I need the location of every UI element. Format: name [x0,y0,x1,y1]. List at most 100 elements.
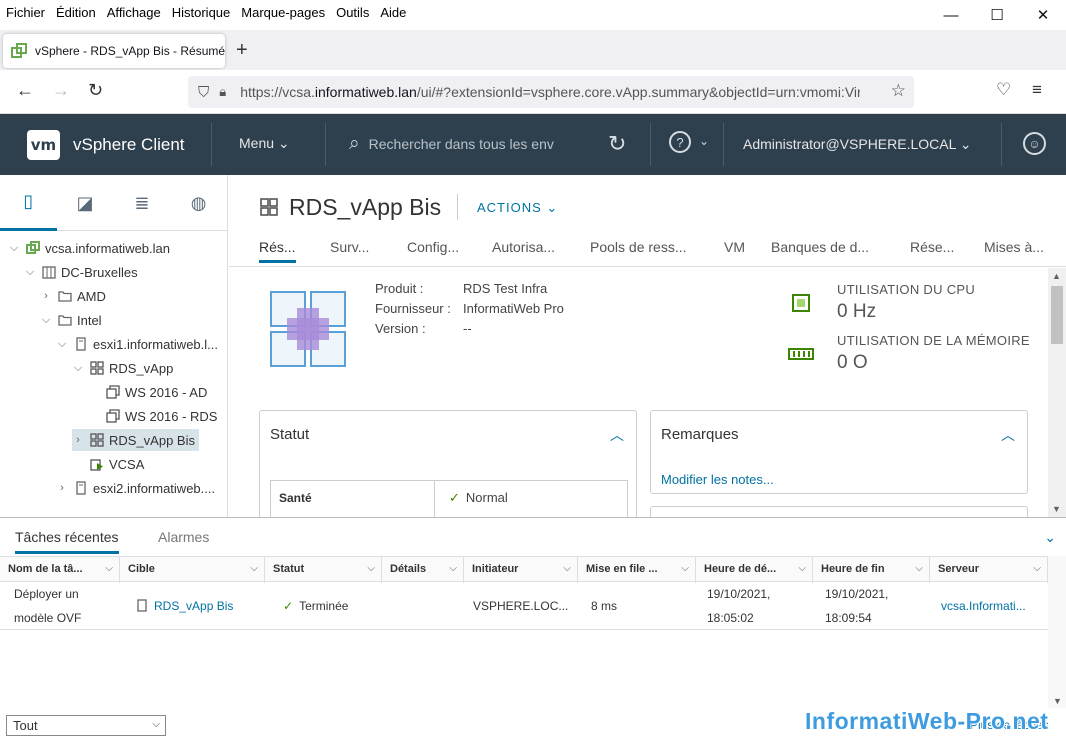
maximize-icon[interactable]: ☐ [974,0,1020,30]
chevron-down-icon[interactable]: ⌵ [56,338,68,351]
global-search[interactable]: ⌕ Rechercher dans tous les env [349,133,554,155]
filter-chevron-icon[interactable]: ⌵ [1033,563,1041,574]
tab-resource-pools[interactable]: Pools de ress... [590,239,687,255]
tab-configure[interactable]: Config... [407,239,459,255]
tab-permissions[interactable]: Autorisa... [492,239,555,255]
user-menu[interactable]: Administrator@VSPHERE.LOCAL ⌄ [743,136,972,153]
tree-node-host-esxi1[interactable]: ⌵ esxi1.informatiweb.l... [56,333,218,355]
chevron-up-icon[interactable]: ︿ [610,425,624,445]
menu-aide[interactable]: Aide [380,5,406,20]
chevron-down-icon[interactable]: ⌵ [40,314,52,327]
forward-icon[interactable]: → [52,80,70,101]
header-divider [723,123,724,166]
chevron-down-icon[interactable]: ⌄ [699,134,709,148]
menu-affichage[interactable]: Affichage [107,5,161,20]
collapse-panel-icon[interactable]: ⌄ [1044,529,1056,546]
menu-historique[interactable]: Historique [172,5,231,20]
vms-templates-view-icon[interactable]: ◪ [57,175,114,231]
bookmark-star-icon[interactable]: ☆ [890,81,906,101]
chevron-right-icon[interactable]: › [40,290,52,302]
col-status[interactable]: Statut ⌵ [265,557,382,583]
memory-icon [788,348,814,360]
tab-alarms[interactable]: Alarmes [158,529,209,545]
table-row[interactable]: Déployer un modèle OVF RDS_vApp Bis ✓ Term… [0,582,1048,630]
tree-node-vapp-rds-bis[interactable]: › RDS_vApp Bis [72,429,199,451]
browser-tabbar: vSphere - RDS_vApp Bis - Résumé ✕ + [0,30,1066,70]
col-task-name[interactable]: Nom de la tâ... ⌵ [0,557,120,583]
tab-datastores[interactable]: Banques de d... [771,239,869,255]
edit-notes-link[interactable]: Modifier les notes... [661,472,774,487]
actions-dropdown[interactable]: ACTIONS ⌄ [477,200,558,216]
col-target[interactable]: Cible ⌵ [120,557,265,583]
menu-fichier[interactable]: Fichier [6,5,45,20]
close-window-icon[interactable]: ✕ [1020,0,1066,30]
menu-outils[interactable]: Outils [336,5,369,20]
tab-updates[interactable]: Mises à... [984,239,1044,255]
help-icon[interactable]: ? [669,131,691,153]
col-details[interactable]: Détails ⌵ [382,557,464,583]
menu-dropdown-button[interactable]: Menu ⌄ [239,135,290,152]
col-start-time[interactable]: Heure de dé... ⌵ [696,557,813,583]
col-server[interactable]: Serveur ⌵ [930,557,1048,583]
hosts-clusters-view-icon[interactable]: ▯ [0,175,57,231]
health-label: Santé [271,481,435,517]
storage-view-icon[interactable]: ≣ [114,175,171,231]
filter-chevron-icon[interactable]: ⌵ [367,563,375,574]
filter-chevron-icon[interactable]: ⌵ [563,563,571,574]
tree-node-folder-amd[interactable]: › AMD [40,285,106,307]
task-target-link[interactable]: RDS_vApp Bis [136,594,233,618]
col-end-time[interactable]: Heure de fin ⌵ [813,557,930,583]
network-view-icon[interactable]: ◍ [170,175,227,231]
menu-edition[interactable]: Édition [56,5,96,20]
url-bar[interactable]: ⛉ 🔒︎ https://vcsa.informatiweb.lan/ui/#?… [188,76,914,108]
menu-marque-pages[interactable]: Marque-pages [241,5,325,20]
tree-node-vapp-rds[interactable]: ⌵ RDS_vApp [72,357,173,379]
new-tab-icon[interactable]: + [236,39,248,62]
scrollbar-thumb[interactable] [1051,286,1063,344]
filter-chevron-icon[interactable]: ⌵ [250,563,258,574]
scroll-down-icon[interactable]: ▼ [1052,504,1061,514]
col-initiator[interactable]: Initiateur ⌵ [464,557,578,583]
content-scrollbar[interactable]: ▲ ▼ [1048,268,1066,517]
chevron-up-icon[interactable]: ︿ [1001,425,1015,445]
tree-node-vm-ad[interactable]: WS 2016 - AD [106,381,207,403]
refresh-icon[interactable]: ↻ [608,131,626,157]
pocket-icon[interactable]: ♡ [996,80,1011,100]
tree-node-vcenter[interactable]: ⌵ vcsa.informatiweb.lan [8,237,170,259]
chevron-down-icon[interactable]: ⌵ [24,266,36,279]
tree-node-vm-rds[interactable]: WS 2016 - RDS [106,405,217,427]
task-filter-select[interactable]: Tout ⌵ [6,715,166,736]
minimize-icon[interactable]: — [928,0,974,30]
check-icon: ✓ [449,490,460,505]
browser-tab[interactable]: vSphere - RDS_vApp Bis - Résumé ✕ [3,34,225,68]
tab-monitor[interactable]: Surv... [330,239,369,255]
filter-chevron-icon[interactable]: ⌵ [105,563,113,574]
tab-summary[interactable]: Rés... [259,239,296,263]
filter-chevron-icon[interactable]: ⌵ [798,563,806,574]
tasks-scrollbar[interactable]: ▼ [1048,556,1066,708]
header-divider [1001,123,1002,166]
chevron-down-icon[interactable]: ⌵ [8,242,20,255]
tree-node-host-esxi2[interactable]: › esxi2.informatiweb.... [56,477,215,499]
scroll-up-icon[interactable]: ▲ [1052,271,1061,281]
filter-chevron-icon[interactable]: ⌵ [449,563,457,574]
tab-networks[interactable]: Rése... [910,239,954,255]
tab-vms[interactable]: VM [724,239,745,255]
back-icon[interactable]: ← [16,80,34,101]
scroll-down-icon[interactable]: ▼ [1053,696,1062,706]
tree-node-folder-intel[interactable]: ⌵ Intel [40,309,102,331]
col-queued[interactable]: Mise en file ... ⌵ [578,557,696,583]
tab-recent-tasks[interactable]: Tâches récentes [15,529,119,554]
filter-chevron-icon[interactable]: ⌵ [681,563,689,574]
hamburger-menu-icon[interactable]: ≡ [1032,80,1042,100]
header-divider [650,123,651,166]
reload-icon[interactable]: ↻ [88,80,103,101]
chevron-down-icon[interactable]: ⌵ [72,362,84,375]
chevron-right-icon[interactable]: › [56,482,68,494]
filter-chevron-icon[interactable]: ⌵ [915,563,923,574]
feedback-smiley-icon[interactable]: ☺ [1023,132,1046,155]
chevron-right-icon[interactable]: › [72,434,84,446]
tree-node-datacenter[interactable]: ⌵ DC-Bruxelles [24,261,138,283]
task-server-link[interactable]: vcsa.Informati... [941,594,1041,618]
tree-node-vm-vcsa[interactable]: VCSA [90,453,144,475]
